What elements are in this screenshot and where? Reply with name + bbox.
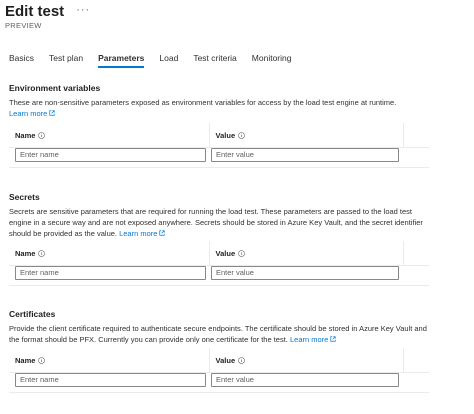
environment-variables-title: Environment variables	[9, 83, 101, 93]
certificates-value-input[interactable]: Enter value	[211, 373, 399, 387]
certificates-section: Certificates Provide the client certific…	[9, 309, 429, 345]
page-title: Edit test	[5, 3, 65, 20]
secrets-description: Secrets are sensitive parameters that ar…	[9, 207, 423, 238]
secrets-value-column-header: Value	[208, 241, 404, 265]
tab-test-plan[interactable]: Test plan	[49, 53, 83, 68]
info-icon[interactable]	[238, 249, 245, 257]
environment-actions-column	[403, 123, 429, 147]
environment-input-row: Enter name Enter value	[9, 145, 429, 168]
panel-header: Edit test ···	[5, 3, 90, 21]
tab-bar: Basics Test plan Parameters Load Test cr…	[9, 53, 306, 68]
secrets-title: Secrets	[9, 192, 40, 202]
secrets-section: Secrets Secrets are sensitive parameters…	[9, 192, 429, 239]
certificates-learn-more-link[interactable]: Learn more	[290, 335, 336, 344]
external-link-icon	[49, 110, 55, 116]
tab-monitoring[interactable]: Monitoring	[252, 53, 292, 68]
tab-test-criteria[interactable]: Test criteria	[193, 53, 236, 68]
environment-name-input[interactable]: Enter name	[15, 148, 206, 162]
secrets-name-column-header: Name	[9, 249, 209, 258]
tab-parameters[interactable]: Parameters	[98, 53, 145, 68]
info-icon[interactable]	[38, 131, 46, 139]
certificates-actions-column	[403, 348, 429, 372]
info-icon[interactable]	[38, 356, 46, 364]
environment-value-input[interactable]: Enter value	[211, 148, 399, 162]
tab-basics[interactable]: Basics	[9, 53, 34, 68]
secrets-name-input[interactable]: Enter name	[15, 266, 206, 280]
environment-learn-more-link[interactable]: Learn more	[9, 109, 55, 118]
more-options-icon[interactable]: ···	[76, 4, 90, 16]
certificates-description: Provide the client certificate required …	[9, 324, 427, 344]
certificates-title: Certificates	[9, 309, 56, 319]
secrets-learn-more-link[interactable]: Learn more	[119, 229, 166, 238]
info-icon[interactable]	[38, 249, 46, 257]
environment-variables-section: Environment variables These are non-sens…	[9, 83, 429, 119]
secrets-input-row: Enter name Enter value	[9, 263, 429, 286]
external-link-icon	[159, 230, 166, 236]
info-icon[interactable]	[238, 356, 245, 364]
external-link-icon	[330, 336, 336, 342]
certificates-input-row: Enter name Enter value	[9, 370, 429, 393]
secrets-actions-column	[403, 241, 429, 265]
edit-test-panel: Edit test ··· PREVIEW Basics Test plan P…	[0, 0, 474, 414]
secrets-value-input[interactable]: Enter value	[211, 266, 399, 280]
environment-variables-description: These are non-sensitive parameters expos…	[9, 98, 397, 118]
environment-value-column-header: Value	[208, 123, 404, 147]
tab-load[interactable]: Load	[159, 53, 178, 68]
certificates-value-column-header: Value	[208, 348, 404, 372]
environment-name-column-header: Name	[9, 131, 209, 140]
certificates-name-input[interactable]: Enter name	[15, 373, 206, 387]
info-icon[interactable]	[238, 131, 245, 139]
certificates-name-column-header: Name	[9, 356, 209, 365]
preview-label: PREVIEW	[5, 21, 42, 30]
